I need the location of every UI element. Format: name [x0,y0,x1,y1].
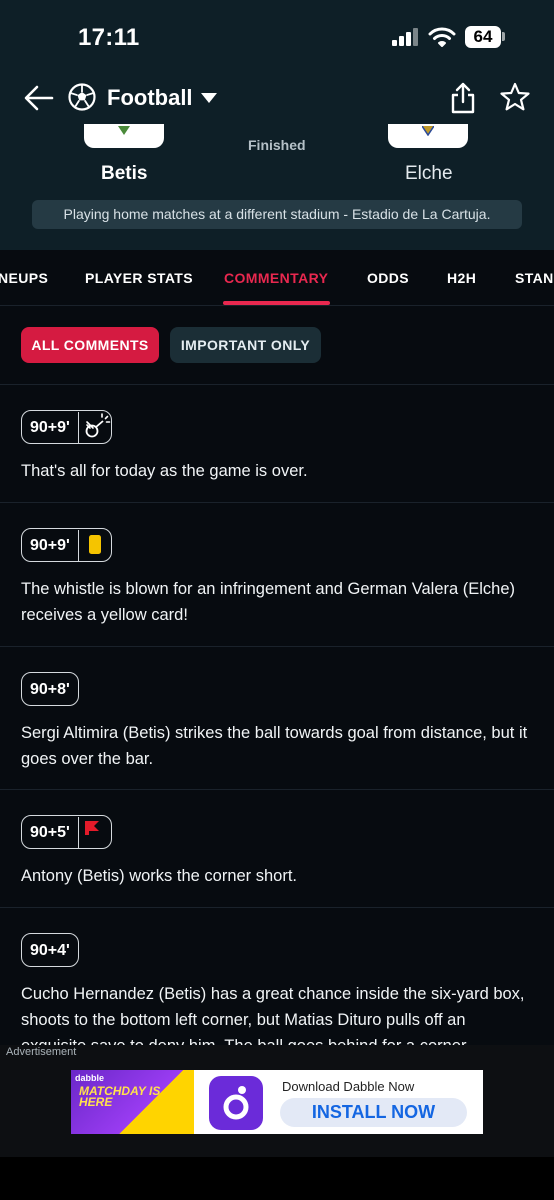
clock: 17:11 [78,24,140,51]
chevron-down-icon[interactable] [201,93,217,103]
tab-standings[interactable]: STAN [515,270,554,286]
ad-banner[interactable]: dabble MATCHDAY IS HERE Download Dabble … [71,1070,483,1134]
commentary-item: 90+4' Cucho Hernandez (Betis) has a grea… [0,907,554,1046]
minute-badge: 90+9' [21,528,112,562]
back-arrow-icon[interactable] [24,84,54,112]
tab-odds[interactable]: ODDS [367,270,409,286]
minute-badge: 90+9' [21,410,112,444]
minute-label: 90+4' [30,941,70,959]
status-bar: 17:11 64 [0,0,554,74]
all-comments-button[interactable]: ALL COMMENTS [21,327,159,363]
whistle-icon [77,411,111,443]
minute-badge: 90+5' [21,815,112,849]
signal-icon [392,28,422,46]
football-icon [68,83,96,111]
install-now-button[interactable]: INSTALL NOW [280,1098,467,1127]
yellow-card-icon [77,529,111,561]
tab-lineups[interactable]: NEUPS [0,270,48,286]
battery-tip [502,32,505,41]
ad-promo-image: dabble MATCHDAY IS HERE [71,1070,194,1134]
tab-player-stats[interactable]: PLAYER STATS [85,270,193,286]
commentary-item: 90+9' That's all for today as the game i… [0,384,554,502]
tab-h2h[interactable]: H2H [447,270,476,286]
ad-brand: dabble [75,1073,105,1083]
commentary-text: Sergi Altimira (Betis) strikes the ball … [21,724,528,768]
corner-flag-icon [77,816,111,848]
commentary-text: The whistle is blown for an infringement… [21,580,516,624]
dabble-app-icon [209,1076,263,1130]
minute-label: 90+9' [30,418,70,436]
minute-label: 90+5' [30,823,70,841]
away-team-name[interactable]: Elche [405,163,453,185]
commentary-item: 90+5' Antony (Betis) works the corner sh… [0,789,554,907]
share-icon[interactable] [450,82,476,114]
bottom-bar [0,1157,554,1200]
commentary-feed: 90+9' That's all for today as the game i… [0,384,554,1046]
commentary-item: 90+8' Sergi Altimira (Betis) strikes the… [0,646,554,789]
ad-headline: MATCHDAY IS HERE [79,1084,161,1109]
match-tabs: NEUPS PLAYER STATS COMMENTARY ODDS H2H S… [0,250,554,306]
wifi-icon [428,27,456,47]
minute-badge: 90+4' [21,933,79,967]
active-tab-indicator [223,301,330,305]
tab-commentary[interactable]: COMMENTARY [224,270,328,286]
away-team-crest [388,124,468,148]
minute-label: 90+8' [30,680,70,698]
ad-label: Advertisement [6,1046,77,1058]
sport-selector-label[interactable]: Football [107,85,193,111]
ad-title: Download Dabble Now [282,1079,415,1094]
venue-note: Playing home matches at a different stad… [32,200,522,229]
match-header: 17:11 64 Football Betis Finished Elche P… [0,0,554,250]
important-only-button[interactable]: IMPORTANT ONLY [170,327,321,363]
commentary-item: 90+9' The whistle is blown for an infrin… [0,502,554,646]
match-status: Finished [248,137,306,153]
favorite-star-icon[interactable] [500,82,530,112]
minute-label: 90+9' [30,536,70,554]
home-team-name[interactable]: Betis [101,163,147,185]
battery-icon: 64 [465,26,501,48]
top-nav: Football [0,74,554,124]
commentary-text: That's all for today as the game is over… [21,462,308,480]
commentary-text: Cucho Hernandez (Betis) has a great chan… [21,985,525,1046]
minute-badge: 90+8' [21,672,79,706]
commentary-text: Antony (Betis) works the corner short. [21,867,298,885]
home-team-crest [84,124,164,148]
